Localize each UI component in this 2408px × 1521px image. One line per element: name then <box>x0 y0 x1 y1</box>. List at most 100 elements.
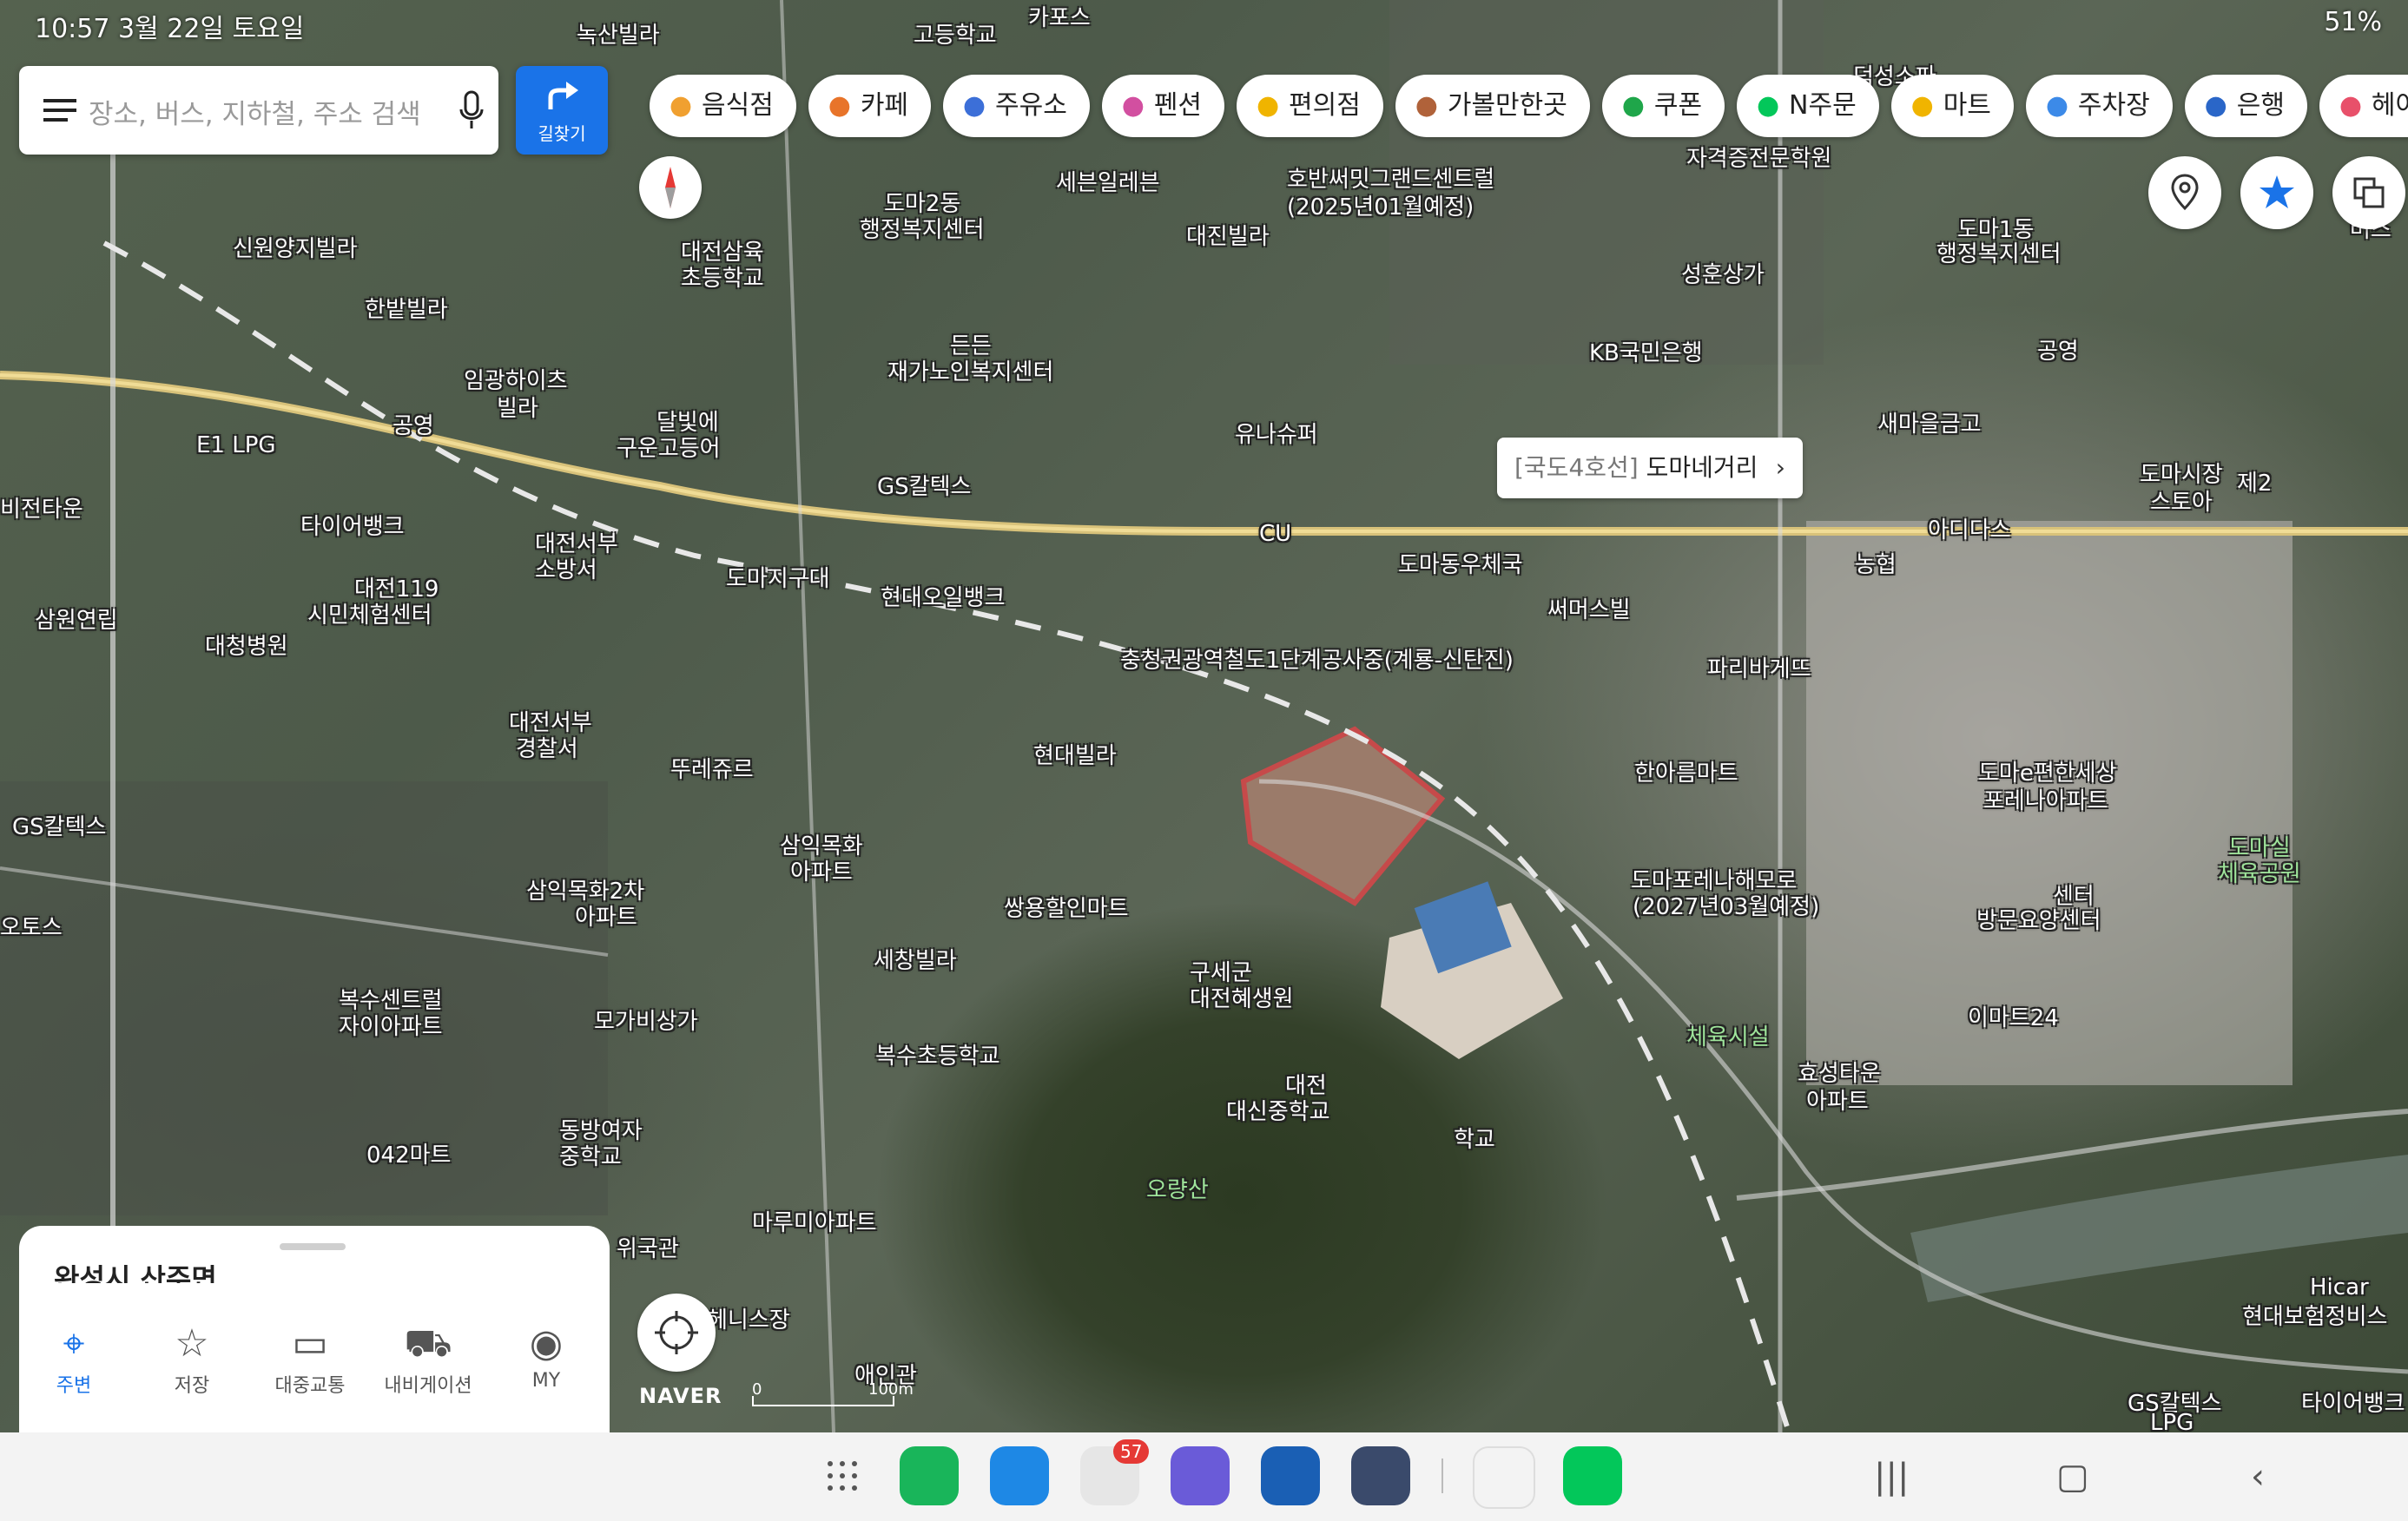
map-label[interactable]: 대청병원 <box>205 629 288 661</box>
map-label[interactable]: 경찰서 <box>516 731 578 763</box>
map-label[interactable]: 충청권광역철도1단계공사중(계룡-신탄진) <box>1120 642 1514 675</box>
chip-parking[interactable]: ● 주차장 <box>2025 75 2173 137</box>
map-label[interactable]: 삼원연립 <box>35 602 118 635</box>
map-label[interactable]: 아파트 <box>575 899 637 932</box>
nav-star[interactable]: ☆ 저장 <box>144 1321 240 1398</box>
chip-order[interactable]: ● N주문 <box>1737 75 1879 137</box>
bottom-panel[interactable]: 완성시 산주면 ⌖ 주변 ☆ 저장 ▭ 대중교통 ⛟ 내비게이션 ◉ MY <box>19 1226 610 1432</box>
map-label[interactable]: 한아름마트 <box>1634 755 1738 787</box>
map-label[interactable]: 새마을금고 <box>1877 406 1982 438</box>
map-label[interactable]: KB국민은행 <box>1589 335 1703 367</box>
back-nav-icon[interactable]: ‹ <box>2251 1457 2265 1497</box>
map-label[interactable]: 제2 <box>2237 465 2272 497</box>
bird-app-icon[interactable] <box>1261 1446 1320 1505</box>
map-label[interactable]: 위국관 <box>617 1231 679 1263</box>
map-label[interactable]: 현대빌라 <box>1033 738 1117 770</box>
favorites-button[interactable] <box>2240 156 2313 229</box>
map-view[interactable] <box>0 0 2408 1432</box>
map-label[interactable]: (2025년01월예정) <box>1287 189 1474 221</box>
map-label[interactable]: 자이아파트 <box>339 1009 443 1041</box>
map-label[interactable]: 뚜레쥬르 <box>670 752 754 784</box>
chip-flag[interactable]: ● 가볼만한곳 <box>1395 75 1590 137</box>
map-label[interactable]: 세창빌라 <box>874 943 957 975</box>
map-label[interactable]: 헤니스장 <box>707 1302 790 1334</box>
compass-button[interactable] <box>639 156 702 219</box>
map-label[interactable]: 써머스빌 <box>1547 592 1631 624</box>
chip-won[interactable]: ● 은행 <box>2184 75 2307 137</box>
map-label[interactable]: (2027년03월예정) <box>1633 889 1819 921</box>
recents-nav-icon[interactable]: ||| <box>1874 1457 1909 1497</box>
messages-app-icon[interactable] <box>990 1446 1049 1505</box>
layers-button[interactable] <box>2332 156 2405 229</box>
chip-cup[interactable]: ● 카페 <box>808 75 932 137</box>
map-label[interactable]: Hicar <box>2310 1274 2369 1300</box>
map-label[interactable]: GS칼텍스 <box>877 469 971 501</box>
map-label[interactable]: 스토아 <box>2150 484 2213 517</box>
map-label[interactable]: 복수초등학교 <box>875 1038 1000 1070</box>
map-label[interactable]: 오토스 <box>0 910 63 942</box>
search-input[interactable]: 장소, 버스, 지하철, 주소 검색 <box>89 92 421 131</box>
map-label[interactable]: 중학교 <box>559 1139 622 1171</box>
app-drawer-icon[interactable] <box>825 1458 860 1493</box>
map-label[interactable]: 아디다스 <box>1928 512 2011 544</box>
map-label[interactable]: 빌라 <box>497 391 538 423</box>
map-label[interactable]: 공영 <box>393 408 434 440</box>
nav-user[interactable]: ◉ MY <box>498 1321 594 1392</box>
map-label[interactable]: 행정복지센터 <box>860 212 985 244</box>
recent-apps-icon[interactable] <box>1473 1446 1535 1509</box>
settings-app-icon[interactable] <box>1351 1446 1410 1505</box>
map-label[interactable]: 대전혜생원 <box>1190 981 1294 1013</box>
nav-location-pin[interactable]: ⌖ 주변 <box>26 1321 122 1398</box>
map-label[interactable]: 농협 <box>1855 547 1897 579</box>
chip-coupon[interactable]: ● 쿠폰 <box>1601 75 1725 137</box>
map-label[interactable]: 신원양지빌라 <box>233 231 358 263</box>
directions-button[interactable]: 길찾기 <box>516 66 608 155</box>
chip-fuel[interactable]: ● 주유소 <box>943 75 1090 137</box>
map-label[interactable]: 방문요양센터 <box>1976 903 2101 935</box>
chip-scissors[interactable]: ● 헤어 <box>2319 75 2408 137</box>
map-label[interactable]: GS칼텍스 <box>12 809 106 841</box>
map-label[interactable]: 학교 <box>1454 1122 1495 1154</box>
map-label[interactable]: 도마지구대 <box>726 561 830 593</box>
map-label[interactable]: 대진빌라 <box>1186 219 1270 251</box>
map-label[interactable]: 비전타운 <box>0 491 83 523</box>
chip-bed[interactable]: ● 펜션 <box>1101 75 1225 137</box>
naver-app-icon[interactable] <box>1563 1446 1622 1505</box>
map-label[interactable]: 오량산 <box>1146 1172 1209 1204</box>
map-label[interactable]: 파리바게뜨 <box>1707 651 1811 683</box>
internet-app-icon[interactable] <box>1171 1446 1230 1505</box>
drag-handle[interactable] <box>280 1243 346 1250</box>
search-bar[interactable]: 장소, 버스, 지하철, 주소 검색 <box>19 66 498 155</box>
chip-cart[interactable]: ● 마트 <box>1890 75 2014 137</box>
map-label[interactable]: 현대오일뱅크 <box>881 580 1006 612</box>
map-label[interactable]: E1 LPG <box>196 432 276 458</box>
map-label[interactable]: 현대보험정비스 <box>2242 1299 2387 1331</box>
map-label[interactable]: 시민체험센터 <box>307 597 432 629</box>
map-label[interactable]: 세븐일레븐 <box>1056 165 1160 197</box>
map-label[interactable]: 대신중학교 <box>1226 1094 1330 1126</box>
location-pin-button[interactable] <box>2148 156 2221 229</box>
map-label[interactable]: 042마트 <box>366 1137 451 1169</box>
menu-icon[interactable] <box>43 99 76 122</box>
map-label[interactable]: 마루미아파트 <box>752 1205 877 1237</box>
map-label[interactable]: 소방서 <box>535 552 597 584</box>
map-label[interactable]: 체육시설 <box>1686 1019 1770 1051</box>
chip-fork[interactable]: ● 음식점 <box>650 75 796 137</box>
place-callout[interactable]: [국도4호선] 도마네거리 › <box>1497 438 1803 498</box>
nav-bus[interactable]: ▭ 대중교통 <box>262 1321 358 1398</box>
map-label[interactable]: 한밭빌라 <box>365 292 448 324</box>
map-label[interactable]: 포레나아파트 <box>1983 783 2108 815</box>
microphone-icon[interactable] <box>459 90 485 132</box>
phone-app-icon[interactable] <box>900 1446 959 1505</box>
map-label[interactable]: 행정복지센터 <box>1936 236 2062 268</box>
map-label[interactable]: 체육공원 <box>2218 856 2301 888</box>
map-label[interactable]: 타이어뱅크 <box>300 509 405 541</box>
map-label[interactable]: 도마동우체국 <box>1398 547 1523 579</box>
nav-car[interactable]: ⛟ 내비게이션 <box>380 1321 476 1398</box>
map-label[interactable]: 쌍용할인마트 <box>1004 891 1129 923</box>
chip-store[interactable]: ● 편의점 <box>1237 75 1383 137</box>
map-label[interactable]: CU <box>1259 521 1291 547</box>
map-label[interactable]: 자격증전문학원 <box>1686 141 1831 173</box>
map-label[interactable]: 구운고등어 <box>617 431 721 463</box>
map-label[interactable]: 유나슈퍼 <box>1235 417 1318 449</box>
